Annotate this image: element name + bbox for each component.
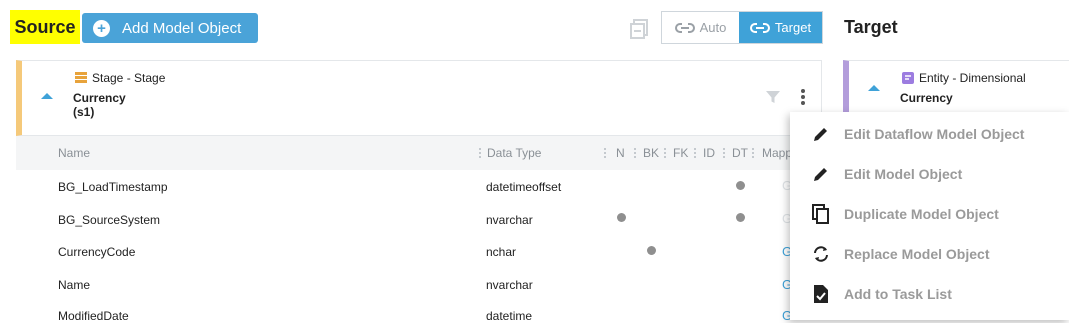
- row-name: BG_LoadTimestamp: [58, 180, 168, 194]
- plus-icon: +: [93, 19, 110, 37]
- bk-indicator: [647, 246, 656, 255]
- menu-item-edit-dataflow-model-object[interactable]: Edit Dataflow Model Object: [790, 114, 1069, 154]
- target-title: Target: [844, 17, 898, 37]
- mode-toggle: Auto Target: [661, 11, 823, 44]
- row-data-type: nchar: [486, 245, 517, 259]
- row-data-type: datetimeoffset: [486, 180, 562, 194]
- filter-icon[interactable]: [765, 89, 781, 105]
- entity-icon: [902, 72, 914, 84]
- menu-item-duplicate-model-object[interactable]: Duplicate Model Object: [790, 194, 1069, 234]
- source-object-name-line1: Currency: [73, 91, 126, 105]
- row-data-type: datetime: [486, 309, 533, 323]
- task-list-icon: [810, 283, 832, 305]
- dt-indicator: [736, 213, 745, 222]
- target-object-name: Currency: [900, 91, 953, 105]
- column-separator[interactable]: [723, 148, 726, 158]
- pencil-icon: [810, 123, 832, 145]
- column-separator[interactable]: [664, 148, 667, 158]
- stage-table-icon: [75, 72, 87, 83]
- table-header: [16, 136, 822, 170]
- row-name: ModifiedDate: [58, 309, 129, 323]
- menu-item-label: Replace Model Object: [844, 246, 990, 262]
- mode-target-label: Target: [774, 20, 812, 35]
- column-separator[interactable]: [634, 148, 637, 158]
- pencil-icon: [810, 163, 832, 185]
- target-layer-label: Entity - Dimensional: [919, 71, 1026, 85]
- menu-item-label: Edit Dataflow Model Object: [844, 126, 1025, 142]
- collapse-arrow-icon[interactable]: [868, 85, 880, 91]
- column-header-fk[interactable]: FK: [673, 146, 688, 160]
- source-object-name-line2: (s1): [73, 105, 95, 119]
- copy-icon: [810, 203, 832, 225]
- menu-item-edit-model-object[interactable]: Edit Model Object: [790, 154, 1069, 194]
- collapse-all-icon[interactable]: [628, 18, 650, 40]
- column-header-mapping[interactable]: Mapp: [762, 146, 792, 160]
- dt-indicator: [736, 181, 745, 190]
- menu-item-label: Edit Model Object: [844, 166, 963, 182]
- row-data-type: nvarchar: [486, 278, 533, 292]
- column-separator[interactable]: [604, 148, 607, 158]
- row-name: CurrencyCode: [58, 245, 136, 259]
- column-separator[interactable]: [694, 148, 697, 158]
- source-layer-label: Stage - Stage: [92, 71, 166, 85]
- row-name: BG_SourceSystem: [58, 213, 161, 227]
- row-data-type: nvarchar: [486, 213, 533, 227]
- link-icon: [749, 22, 770, 33]
- column-header-n[interactable]: N: [616, 146, 625, 160]
- column-header-id[interactable]: ID: [703, 146, 715, 160]
- column-header-data-type[interactable]: Data Type: [487, 146, 541, 160]
- column-separator[interactable]: [752, 148, 755, 158]
- n-indicator: [617, 213, 626, 222]
- row-name: Name: [58, 278, 91, 292]
- mode-auto-button[interactable]: Auto: [662, 12, 739, 43]
- column-header-bk[interactable]: BK: [643, 146, 659, 160]
- mode-target-button[interactable]: Target: [739, 12, 822, 43]
- menu-item-add-to-task-list[interactable]: Add to Task List: [790, 274, 1069, 314]
- add-model-object-button[interactable]: + Add Model Object: [82, 13, 258, 43]
- column-header-dt[interactable]: DT: [732, 146, 748, 160]
- replace-icon: [810, 243, 832, 265]
- column-separator[interactable]: [479, 148, 482, 158]
- add-model-object-label: Add Model Object: [122, 19, 242, 37]
- menu-item-replace-model-object[interactable]: Replace Model Object: [790, 234, 1069, 274]
- menu-item-label: Duplicate Model Object: [844, 206, 999, 222]
- source-object-name: Currency (s1): [73, 91, 126, 119]
- column-header-name[interactable]: Name: [58, 146, 90, 160]
- menu-item-label: Add to Task List: [844, 286, 952, 302]
- source-title: Source: [10, 10, 80, 44]
- mode-auto-label: Auto: [699, 20, 727, 35]
- more-options-icon[interactable]: [795, 86, 811, 108]
- collapse-arrow-icon[interactable]: [41, 93, 53, 99]
- context-menu: Edit Dataflow Model Object Edit Model Ob…: [790, 112, 1069, 320]
- link-icon: [674, 22, 695, 33]
